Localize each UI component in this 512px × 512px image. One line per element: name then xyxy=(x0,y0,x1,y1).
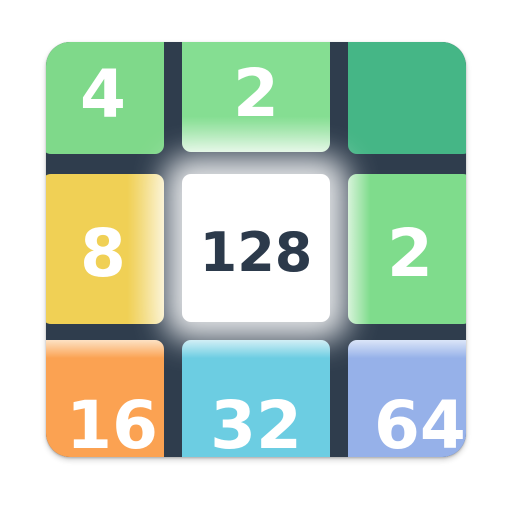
tile-16[interactable]: 16 xyxy=(46,340,164,457)
tile-value: 64 xyxy=(374,386,466,458)
tile-32[interactable]: 32 xyxy=(182,340,330,457)
tile-empty[interactable] xyxy=(348,42,466,154)
game-board: 4 2 8 128 2 16 32 64 xyxy=(46,42,466,457)
tile-4[interactable]: 4 xyxy=(46,42,164,154)
tile-2-right[interactable]: 2 xyxy=(348,174,466,324)
tile-64[interactable]: 64 xyxy=(348,340,466,457)
tile-128[interactable]: 128 xyxy=(182,174,330,322)
tile-value: 4 xyxy=(80,55,126,133)
tile-8[interactable]: 8 xyxy=(46,174,164,324)
tile-value: 2 xyxy=(387,214,433,292)
tile-value: 32 xyxy=(210,386,302,458)
tile-2-top[interactable]: 2 xyxy=(182,42,330,152)
tile-value: 2 xyxy=(233,54,279,132)
tile-value: 8 xyxy=(80,214,126,292)
tile-value: 128 xyxy=(199,220,313,284)
tile-value: 16 xyxy=(66,386,158,458)
